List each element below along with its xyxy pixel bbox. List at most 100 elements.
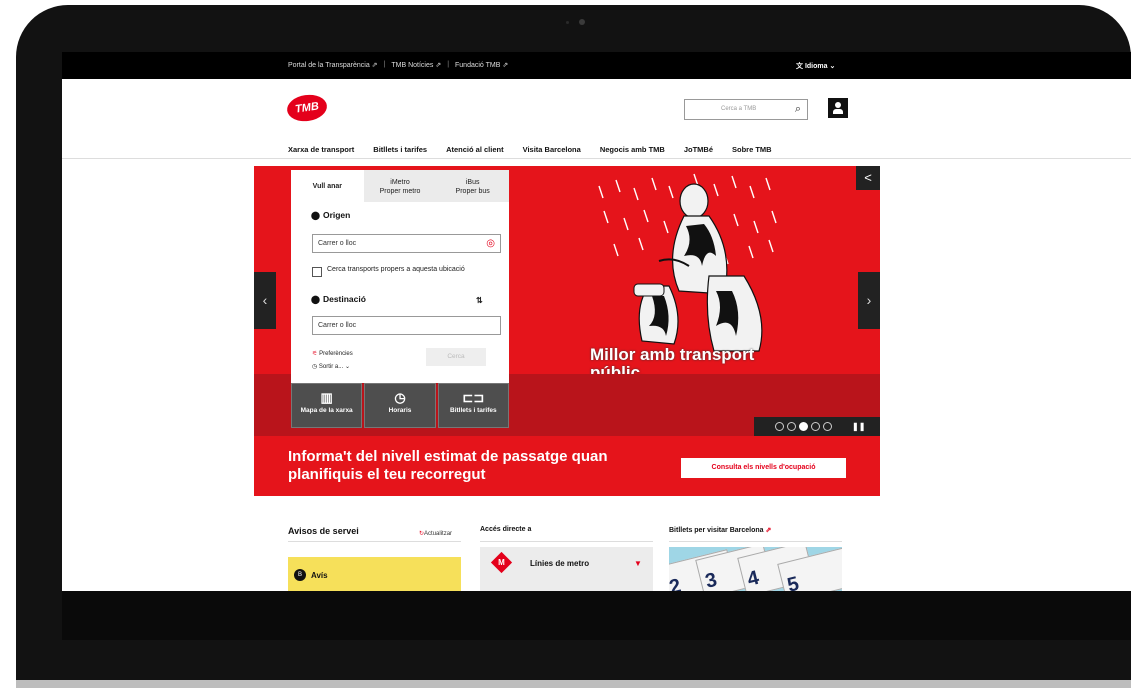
geolocate-icon[interactable]: ◎ (486, 238, 495, 249)
link-transparency[interactable]: Portal de la Transparència ⇗ (288, 61, 378, 69)
metro-icon: M (498, 558, 505, 567)
direct-access-title: Accés directe a (480, 522, 653, 542)
nav-transport-network[interactable]: Xarxa de transport (288, 145, 354, 154)
quick-link-network-map[interactable]: ▥ Mapa de la xarxa (291, 383, 363, 428)
caret-down-icon: ▼ (634, 559, 642, 568)
separator: | (447, 61, 450, 68)
tab-imetro[interactable]: iMetro Proper metro (364, 170, 437, 202)
nav-business[interactable]: Negocis amb TMB (600, 145, 665, 154)
origin-input[interactable]: Carrer o lloc ◎ (312, 234, 501, 253)
external-link-icon: ⇗ (765, 527, 772, 534)
chevron-down-icon: ⌄ (344, 364, 350, 370)
laptop-base (16, 680, 1131, 688)
carousel-controls: ❚❚ (754, 417, 880, 436)
user-icon-body (833, 109, 843, 114)
chevron-left-icon: ‹ (262, 292, 268, 308)
user-account-button[interactable] (828, 98, 848, 118)
nearby-checkbox-label: Cerca transports propers a aquesta ubica… (327, 266, 465, 273)
camera-sensor (566, 21, 569, 24)
language-label: Idioma (804, 63, 828, 70)
nav-visit-barcelona[interactable]: Visita Barcelona (523, 145, 581, 154)
chevron-right-icon: › (866, 292, 872, 308)
home-sections: Avisos de servei ↻Actualitzar B Avís Acc… (288, 522, 848, 602)
nav-about[interactable]: Sobre TMB (732, 145, 772, 154)
alert-label: Avís (311, 571, 328, 580)
carousel-prev-button[interactable]: ‹ (254, 272, 276, 329)
screen-lower-bezel (62, 591, 1131, 640)
bus-metro-icon: B (294, 569, 306, 581)
location-pin-icon: ⬤ (311, 295, 320, 304)
main-nav: Xarxa de transport Bitllets i tarifes At… (288, 145, 791, 154)
user-icon (835, 102, 841, 108)
search-route-button[interactable]: Cerca (426, 348, 486, 366)
browser-screen: Portal de la Transparència ⇗ | TMB Notíc… (62, 52, 1131, 640)
link-foundation[interactable]: Fundació TMB ⇗ (455, 61, 508, 69)
tab-label: Vull anar (312, 183, 342, 190)
destination-input[interactable]: Carrer o lloc (312, 316, 501, 335)
chevron-down-icon: ⌄ (829, 63, 836, 70)
hero-carousel: < ‹ › Millor amb transport públic. ❚❚ Vu… (254, 166, 880, 496)
tab-vull-anar[interactable]: Vull anar (291, 170, 364, 202)
carousel-dot[interactable] (823, 422, 832, 431)
quick-link-tickets[interactable]: ⊏⊐ Bitllets i tarifes (437, 383, 509, 428)
quick-link-timetables[interactable]: ◷ Horaris (364, 383, 436, 428)
search-input[interactable]: Cerca a TMB ⌕ (684, 99, 808, 120)
tab-sublabel: Proper bus (455, 188, 490, 195)
origin-placeholder: Carrer o lloc (318, 240, 357, 247)
clock-icon: ◷ (394, 390, 406, 405)
share-button[interactable]: < (856, 166, 880, 190)
route-planner: Vull anar iMetro Proper metro iBus Prope… (291, 170, 509, 383)
search-placeholder: Cerca a TMB (721, 106, 757, 112)
carousel-dot[interactable] (787, 422, 796, 431)
destination-label: ⬤ Destinació (311, 294, 366, 304)
site-header: TMB Cerca a TMB ⌕ Xarxa de transport Bit… (62, 79, 1131, 159)
language-selector[interactable]: 文 Idioma ⌄ (796, 61, 835, 71)
sliders-icon: ⚟ (312, 351, 318, 357)
tab-label: iMetro (390, 179, 410, 186)
carousel-dot[interactable] (811, 422, 820, 431)
link-news[interactable]: TMB Notícies ⇗ (391, 61, 441, 69)
hola-barcelona-cards-image[interactable]: 2 3 4 5 (669, 547, 842, 592)
quick-links: ▥ Mapa de la xarxa ◷ Horaris ⊏⊐ Bitllets… (291, 383, 509, 428)
nearby-checkbox[interactable] (312, 267, 322, 277)
translate-icon: 文 (796, 63, 803, 70)
depart-time-selector[interactable]: ◷ Sortir a... ⌄ (312, 363, 350, 370)
service-alert-card[interactable]: B Avís (288, 557, 461, 592)
tab-sublabel: Proper metro (379, 188, 421, 195)
pause-icon[interactable]: ❚❚ (852, 422, 865, 431)
clock-icon: ◷ (312, 364, 318, 370)
nav-customer-service[interactable]: Atenció al client (446, 145, 504, 154)
nav-jotmbe[interactable]: JoTMBé (684, 145, 713, 154)
share-icon: < (864, 170, 872, 185)
nav-tickets-fares[interactable]: Bitllets i tarifes (373, 145, 427, 154)
location-pin-icon: ⬤ (311, 211, 320, 220)
utility-bar: Portal de la Transparència ⇗ | TMB Notíc… (62, 52, 1131, 79)
occupancy-banner: Informa't del nivell estimat de passatge… (254, 436, 880, 496)
tab-ibus[interactable]: iBus Proper bus (436, 170, 509, 202)
occupancy-cta-button[interactable]: Consulta els nivells d'ocupació (681, 458, 846, 478)
tab-label: iBus (465, 179, 480, 186)
planner-tabs: Vull anar iMetro Proper metro iBus Prope… (291, 170, 509, 202)
carousel-dot-active[interactable] (799, 422, 808, 431)
occupancy-banner-text: Informa't del nivell estimat de passatge… (288, 448, 608, 483)
laptop-frame: Portal de la Transparència ⇗ | TMB Notíc… (0, 0, 1131, 688)
preferences-link[interactable]: ⚟ Preferències (312, 350, 353, 357)
separator: | (383, 61, 386, 68)
camera-icon (579, 19, 585, 25)
refresh-link[interactable]: ↻Actualitzar (419, 530, 452, 537)
origin-label: ⬤ Origen (311, 210, 351, 220)
metro-lines-label: Línies de metro (530, 559, 590, 568)
visitor-tickets: Bitllets per visitar Barcelona ⇗ 2 3 4 5 (669, 522, 842, 592)
visitor-tickets-title[interactable]: Bitllets per visitar Barcelona ⇗ (669, 522, 842, 542)
carousel-dot[interactable] (775, 422, 784, 431)
tmb-logo[interactable]: TMB (285, 92, 329, 124)
map-icon: ▥ (320, 390, 333, 405)
direct-access: Accés directe a M Línies de metro ▼ (480, 522, 653, 592)
swap-icon[interactable]: ⇅ (476, 296, 483, 305)
ticket-icon: ⊏⊐ (462, 390, 485, 405)
service-alerts: Avisos de servei ↻Actualitzar B Avís (288, 522, 461, 592)
destination-placeholder: Carrer o lloc (318, 322, 357, 329)
metro-lines-dropdown[interactable]: M Línies de metro ▼ (480, 547, 653, 592)
search-icon[interactable]: ⌕ (795, 103, 801, 116)
carousel-next-button[interactable]: › (858, 272, 880, 329)
